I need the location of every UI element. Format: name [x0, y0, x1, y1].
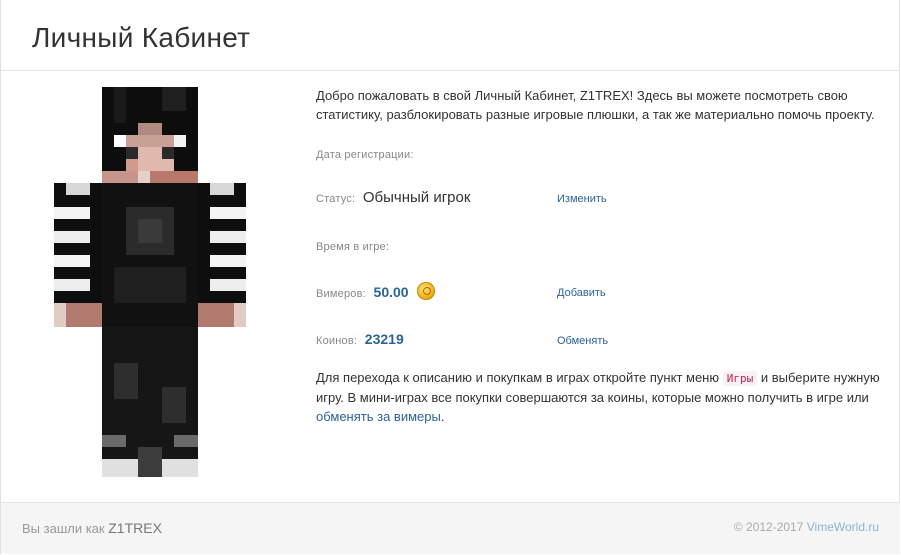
games-menu-tag: Игры — [722, 371, 758, 386]
footer: Вы зашли как Z1TREX © 2012-2017 VimeWorl… — [1, 502, 900, 554]
registration-label: Дата регистрации: — [316, 149, 414, 161]
coin-icon — [417, 282, 436, 300]
playtime-row: Время в игре: — [316, 236, 886, 257]
profile-info: Добро пожаловать в свой Личный Кабинет, … — [316, 86, 886, 424]
playtime-label: Время в игре: — [316, 241, 390, 253]
coins-value: 23219 — [364, 331, 404, 347]
site-link[interactable]: VimeWorld.ru — [807, 520, 879, 534]
vimers-value: 50.00 — [373, 284, 409, 300]
exchange-for-vimers-link[interactable]: обменять за вимеры — [316, 409, 441, 424]
skin-avatar — [54, 87, 246, 487]
note-end: . — [440, 409, 445, 424]
page-header: Личный Кабинет — [1, 0, 899, 71]
change-status-link[interactable]: Изменить — [557, 190, 607, 209]
coins-label: Коинов: — [316, 335, 358, 347]
add-vimers-link[interactable]: Добавить — [557, 284, 606, 303]
copyright-text: © 2012-2017 — [733, 520, 804, 534]
exchange-coins-link[interactable]: Обменять — [557, 332, 608, 351]
skin-figure — [54, 87, 246, 477]
login-prefix: Вы зашли как — [22, 521, 105, 536]
games-note: Для перехода к описанию и покупкам в игр… — [316, 368, 881, 426]
vimers-row: Вимеров: 50.00 Добавить — [316, 282, 886, 304]
status-label: Статус: — [316, 193, 356, 205]
coins-row: Коинов: 23219 Обменять — [316, 330, 886, 351]
footer-username: Z1TREX — [108, 520, 162, 536]
welcome-text: Добро пожаловать в свой Личный Кабинет, … — [316, 88, 875, 122]
status-row: Статус: Обычный игрок Изменить — [316, 188, 886, 209]
page-title: Личный Кабинет — [32, 22, 251, 53]
vimers-label: Вимеров: — [316, 288, 366, 300]
registration-row: Дата регистрации: — [316, 144, 886, 165]
status-value: Обычный игрок — [362, 189, 471, 206]
cabinet-panel: Личный Кабинет Добро пожаловать в свой Л… — [0, 0, 900, 554]
logged-in-as: Вы зашли как Z1TREX — [22, 520, 162, 536]
copyright: © 2012-2017 VimeWorld.ru — [734, 520, 879, 534]
note-text-1: Для перехода к описанию и покупкам в игр… — [316, 370, 720, 385]
